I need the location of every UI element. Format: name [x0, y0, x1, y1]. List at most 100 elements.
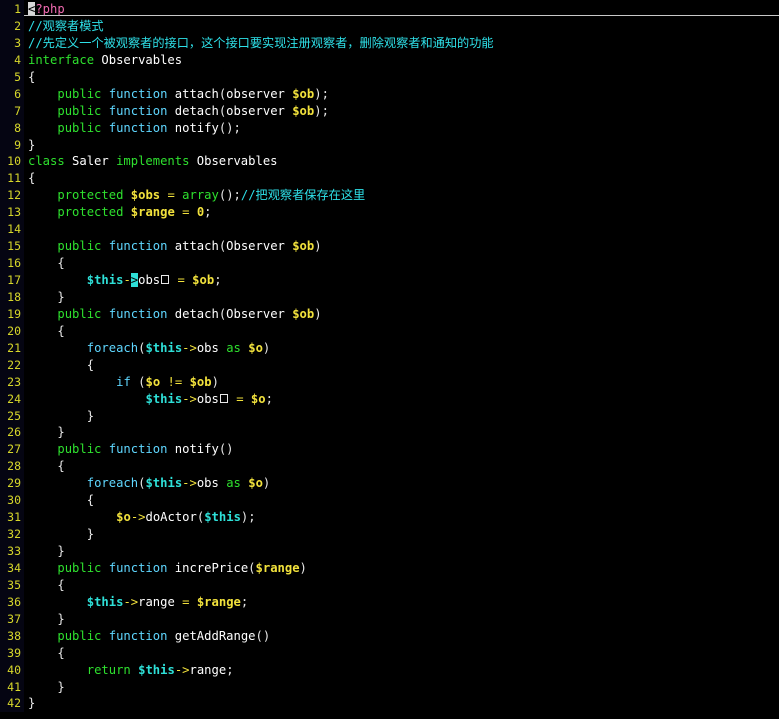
code-token: public [57, 306, 102, 321]
code-line[interactable]: } [28, 137, 779, 154]
line-number: 14 [7, 222, 21, 237]
php-open-tag: ?php [35, 2, 65, 16]
code-line[interactable]: foreach($this->obs as $o) [28, 340, 779, 357]
code-line[interactable]: } [28, 611, 779, 628]
code-punctuation: { [86, 493, 95, 508]
code-punctuation [35, 459, 42, 473]
line-number: 40 [7, 662, 21, 677]
code-punctuation [35, 663, 42, 677]
code-line[interactable]: interface Observables [28, 52, 779, 69]
code-line[interactable] [28, 221, 779, 238]
code-punctuation: } [57, 679, 65, 694]
code-token: protected [57, 205, 124, 220]
code-line[interactable]: public function notify() [28, 441, 779, 458]
code-line[interactable]: if ($o != $ob) [28, 374, 779, 391]
code-line[interactable]: public function increPrice($range) [28, 560, 779, 577]
code-token: interface [28, 52, 95, 67]
code-line[interactable]: } [28, 408, 779, 425]
code-punctuation [43, 307, 50, 321]
code-token: public [57, 103, 102, 118]
code-line[interactable]: //观察者模式 [28, 18, 779, 35]
code-token: protected [57, 188, 124, 203]
code-punctuation [35, 476, 42, 490]
code-variable: $o [250, 391, 266, 406]
code-token: function [108, 120, 168, 135]
code-variable: $o [145, 374, 161, 389]
code-punctuation [65, 358, 72, 372]
code-token: public [57, 560, 102, 575]
code-punctuation: } [28, 137, 36, 152]
code-punctuation [43, 595, 50, 609]
code-punctuation: ) [226, 188, 234, 203]
code-punctuation [79, 476, 86, 490]
code-punctuation [43, 544, 50, 558]
code-punctuation [43, 256, 50, 270]
code-punctuation: ; [233, 188, 241, 203]
code-punctuation [35, 493, 42, 507]
code-punctuation: ) [226, 442, 234, 457]
code-line[interactable]: } [28, 679, 779, 696]
code-punctuation [101, 375, 108, 389]
code-line[interactable]: $this->obs = $ob; [28, 272, 779, 289]
code-punctuation [35, 188, 42, 202]
code-line[interactable]: } [28, 543, 779, 560]
code-line[interactable]: <?php [28, 1, 779, 18]
code-line[interactable]: } [28, 424, 779, 441]
code-line[interactable]: { [28, 458, 779, 475]
code-line[interactable]: { [28, 577, 779, 594]
code-token: range [138, 594, 175, 609]
code-line[interactable]: { [28, 357, 779, 374]
code-line[interactable]: foreach($this->obs as $o) [28, 475, 779, 492]
line-number: 18 [7, 289, 21, 304]
code-punctuation: ; [233, 120, 241, 135]
code-punctuation: ; [265, 391, 273, 406]
code-line[interactable]: { [28, 255, 779, 272]
code-line[interactable]: public function detach(observer $ob); [28, 103, 779, 120]
code-line[interactable]: { [28, 645, 779, 662]
code-line[interactable]: $this->obs = $o; [28, 391, 779, 408]
code-line[interactable]: //先定义一个被观察者的接口，这个接口要实现注册观察者，删除观察者和通知的功能 [28, 35, 779, 52]
code-editor[interactable]: 1 2 3 4 5 6 7 8 9 10 11 12 13 14 15 16 17 18 19 20 21 22 23 24 2… [0, 0, 779, 719]
code-line[interactable]: } [28, 695, 779, 712]
line-number: 26 [7, 425, 21, 440]
code-line[interactable]: protected $obs = array();//把观察者保存在这里 [28, 187, 779, 204]
code-line[interactable]: $this->range = $range; [28, 594, 779, 611]
code-punctuation [79, 510, 86, 524]
code-line[interactable]: public function detach(Observer $ob) [28, 306, 779, 323]
line-number: 36 [7, 594, 21, 609]
code-operator: -> [182, 476, 197, 491]
code-line[interactable]: } [28, 526, 779, 543]
code-punctuation [65, 510, 72, 524]
line-number: 11 [7, 171, 21, 186]
code-line[interactable]: { [28, 323, 779, 340]
code-content-area[interactable]: <?php//观察者模式 //先定义一个被观察者的接口，这个接口要实现注册观察者，… [24, 0, 779, 712]
code-line[interactable]: class Saler implements Observables [28, 153, 779, 170]
line-number: 38 [7, 628, 21, 643]
code-punctuation [101, 392, 108, 406]
code-line[interactable]: public function attach(Observer $ob) [28, 238, 779, 255]
code-line[interactable]: { [28, 69, 779, 86]
code-punctuation [57, 663, 64, 677]
code-line[interactable]: { [28, 170, 779, 187]
code-operator: -> [130, 510, 146, 525]
line-number: 34 [7, 560, 21, 575]
code-punctuation [35, 239, 42, 253]
code-line[interactable]: { [28, 492, 779, 509]
code-punctuation [43, 680, 50, 694]
code-line[interactable]: public function attach(observer $ob); [28, 86, 779, 103]
code-line[interactable]: public function getAddRange() [28, 628, 779, 645]
line-number: 2 [14, 18, 21, 33]
code-line[interactable]: protected $range = 0; [28, 204, 779, 221]
code-line[interactable]: return $this->range; [28, 662, 779, 679]
code-punctuation: ( [138, 374, 146, 389]
code-line[interactable]: $o->doActor($this); [28, 509, 779, 526]
code-punctuation [35, 324, 42, 338]
code-punctuation [101, 629, 108, 643]
code-operator: -> [174, 662, 190, 677]
code-variable: $o [116, 510, 131, 525]
code-line[interactable]: } [28, 289, 779, 306]
code-punctuation [43, 578, 50, 592]
code-token: obs [196, 391, 219, 406]
code-line[interactable]: public function notify(); [28, 120, 779, 137]
code-token: function [108, 86, 168, 101]
